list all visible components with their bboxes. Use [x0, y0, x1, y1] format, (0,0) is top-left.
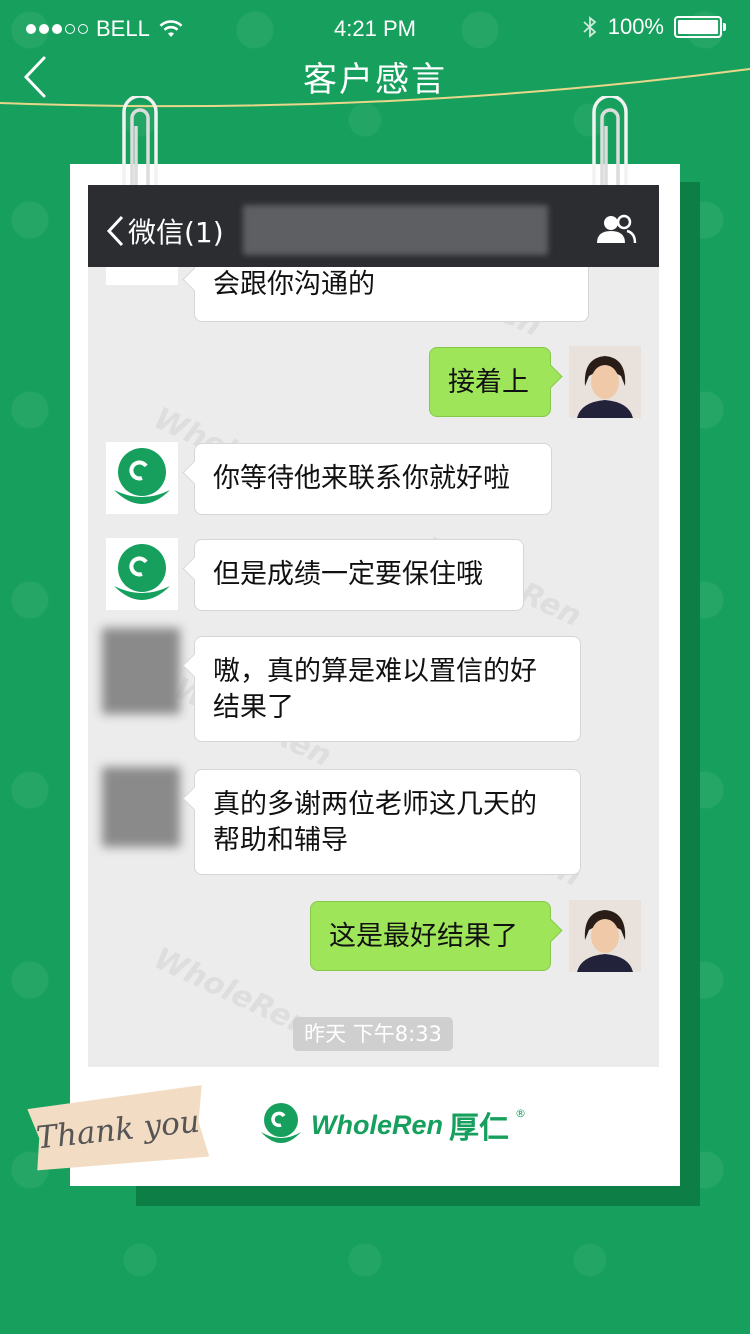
message-text: 你等待他来联系你就好啦: [213, 463, 510, 494]
status-right: 100%: [582, 14, 726, 40]
wholeren-logo-icon: [261, 1103, 301, 1143]
brand-name-en: WholeRen: [311, 1109, 443, 1140]
avatar-blurred: [102, 628, 180, 714]
chat-timestamp: 昨天 下午8:33: [293, 1017, 453, 1051]
chevron-left-icon: [106, 215, 124, 247]
cloud-logo-icon: [114, 448, 170, 504]
chat-bubble: 真的多谢两位老师这几天的帮助和辅导: [194, 769, 581, 875]
watermark: WholeRen: [148, 940, 317, 1045]
chat-bubble: 但是成绩一定要保住哦: [194, 539, 524, 611]
chat-screenshot: WholeRen WholeRen WholeRen WholeRen Whol…: [88, 185, 659, 1067]
person-avatar-icon: [569, 900, 641, 972]
chat-header: 微信(1): [88, 185, 659, 267]
battery-percent: 100%: [607, 14, 664, 39]
thank-you-text: Thank you: [34, 1103, 202, 1157]
brand-name-cn: 厚仁: [449, 1111, 509, 1146]
person-avatar-icon: [569, 346, 641, 418]
chat-bubble: 嗷，真的算是难以置信的好结果了: [194, 636, 581, 742]
message-text: 会跟你沟通的: [213, 269, 375, 300]
hanging-string: [0, 68, 750, 108]
message-text: 但是成绩一定要保住哦: [213, 559, 483, 590]
message-text: 接着上: [448, 367, 529, 398]
chat-bubble: 这是最好结果了: [310, 901, 551, 971]
group-members-icon[interactable]: [595, 213, 637, 245]
avatar-blurred: [102, 767, 180, 847]
registered-mark: ®: [515, 1106, 526, 1120]
avatar: [106, 442, 178, 514]
avatar: [106, 538, 178, 610]
chat-bubble: 你等待他来联系你就好啦: [194, 443, 552, 515]
message-text: 这是最好结果了: [329, 921, 518, 952]
avatar: [569, 346, 641, 418]
bluetooth-icon: [583, 16, 597, 38]
message-text: 真的多谢两位老师这几天的帮助和辅导: [213, 789, 537, 856]
chat-bubble: 接着上: [429, 347, 551, 417]
cloud-logo-icon: [114, 544, 170, 600]
battery-icon: [674, 16, 726, 38]
avatar: [569, 900, 641, 972]
message-text: 嗷，真的算是难以置信的好结果了: [213, 656, 537, 723]
chat-back-button[interactable]: 微信(1): [106, 211, 224, 251]
chat-back-label: 微信(1): [128, 216, 224, 249]
brand-logo: WholeRen 厚仁 ®: [257, 1100, 526, 1150]
chat-name-blurred: [243, 205, 548, 255]
